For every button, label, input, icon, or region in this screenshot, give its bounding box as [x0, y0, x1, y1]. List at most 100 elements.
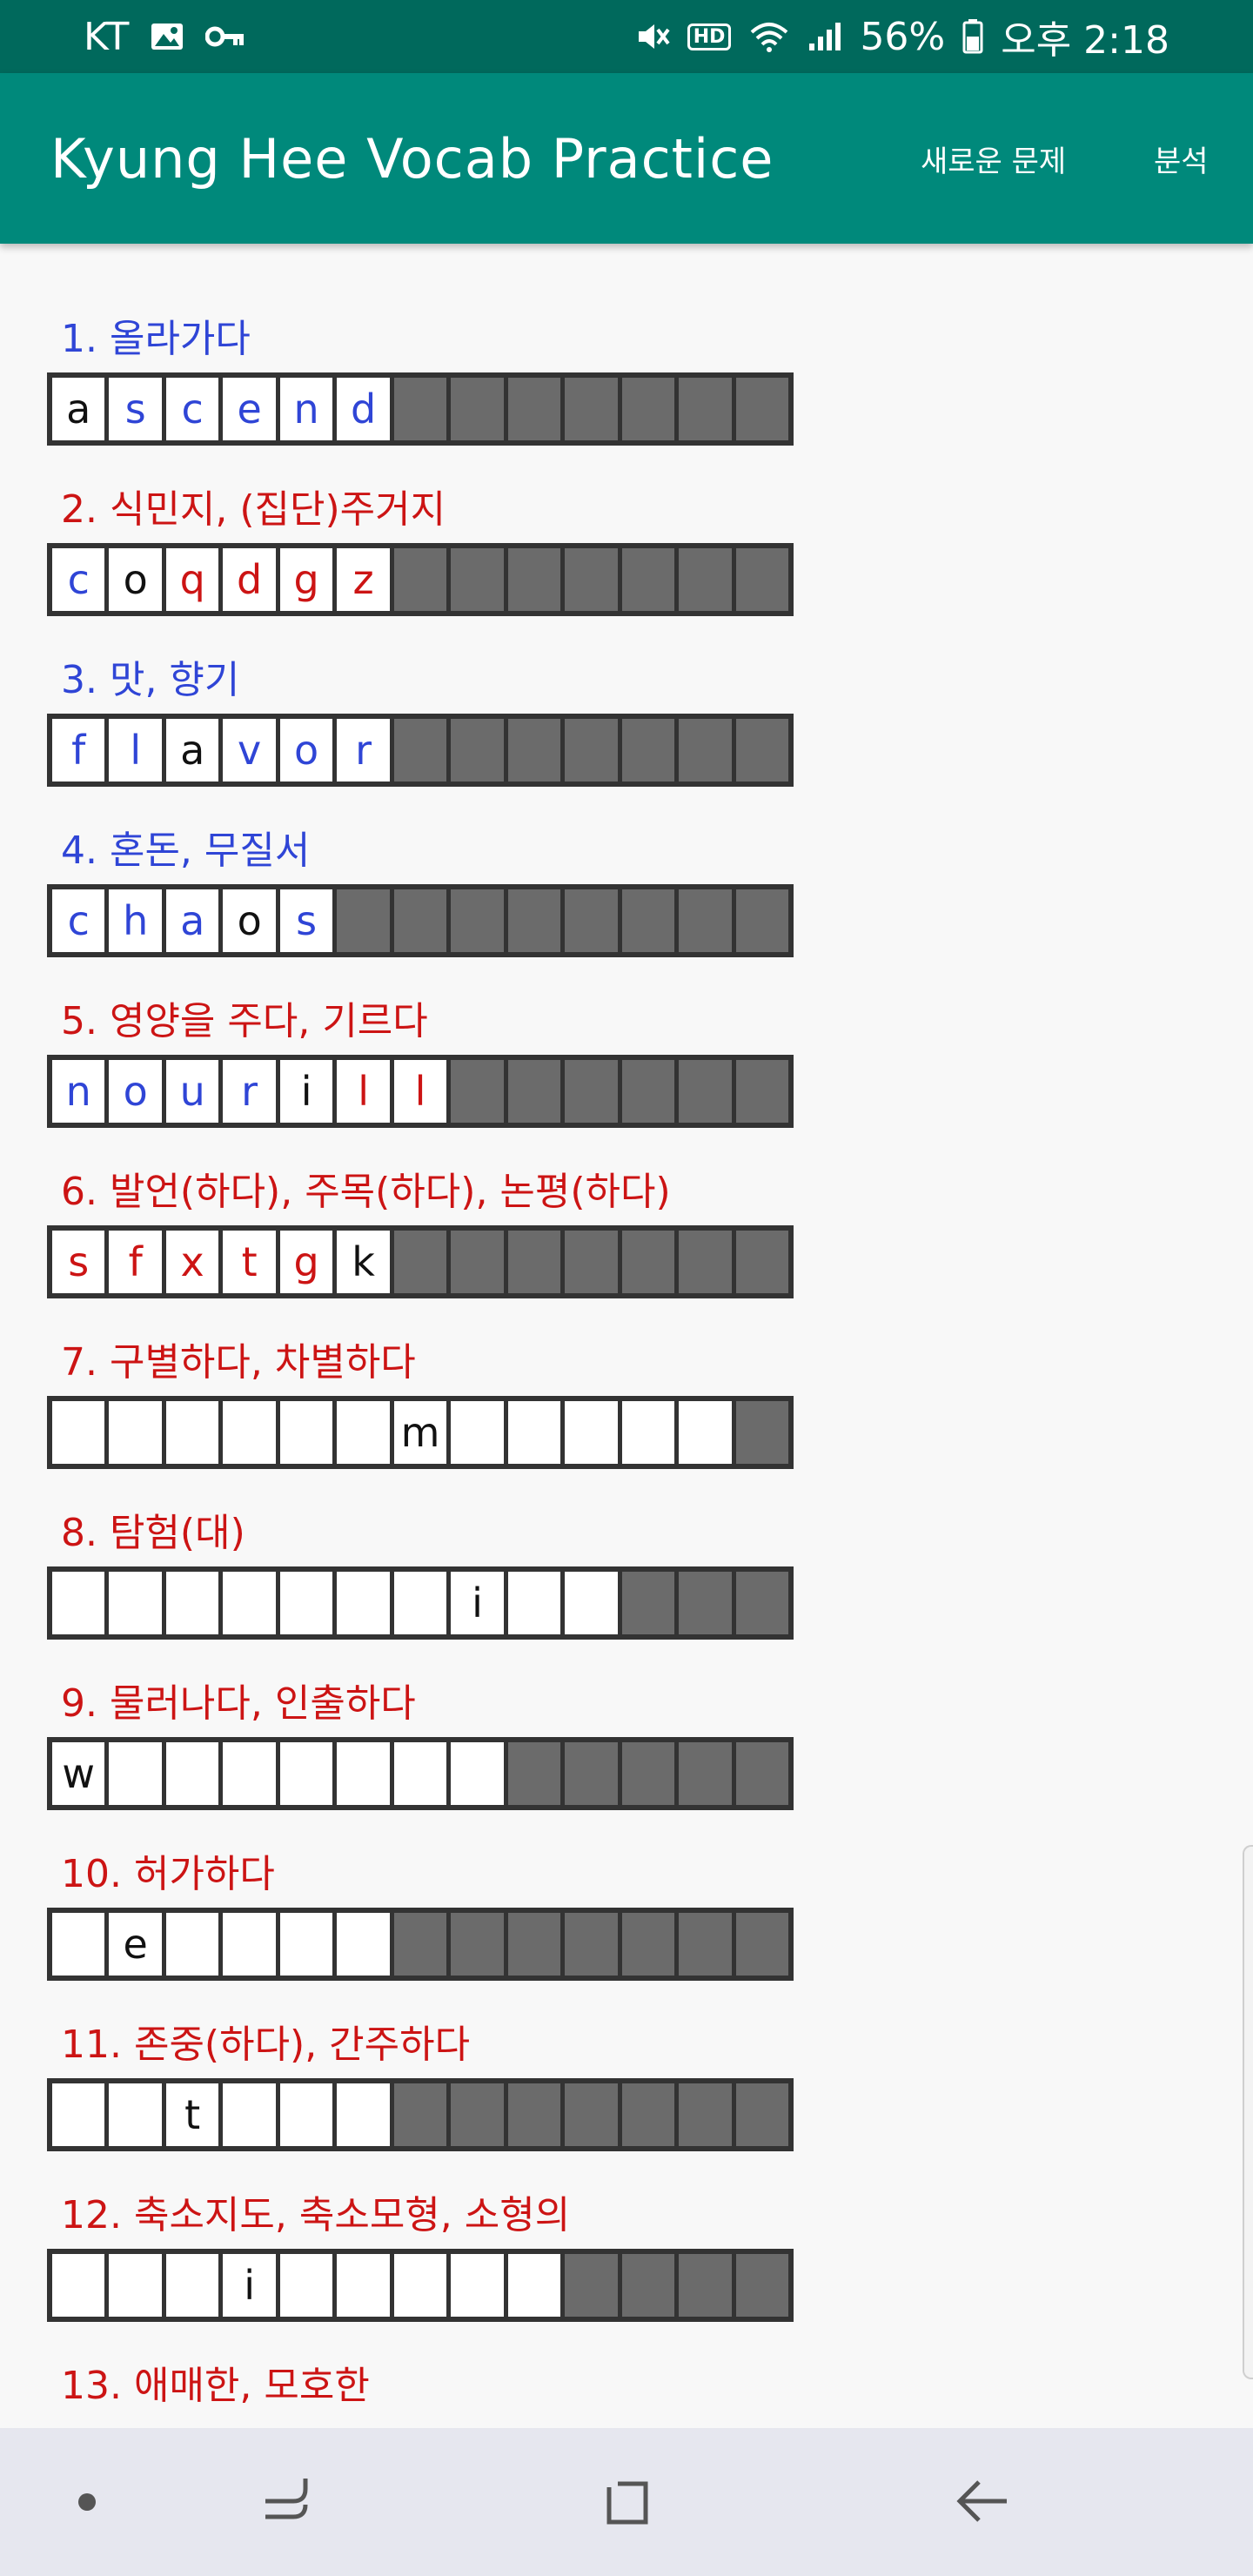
letter-cell[interactable]: t: [223, 1231, 276, 1293]
letter-cell[interactable]: i: [279, 1060, 333, 1123]
letter-cell[interactable]: x: [165, 1231, 219, 1293]
letter-cell[interactable]: [52, 2083, 105, 2146]
letter-cell[interactable]: o: [109, 1060, 162, 1123]
letter-cell[interactable]: [109, 1401, 162, 1464]
letter-cell[interactable]: e: [223, 378, 276, 440]
recent-apps-button[interactable]: [235, 2428, 339, 2576]
letter-cell[interactable]: l: [393, 1060, 447, 1123]
letter-cell[interactable]: a: [165, 719, 219, 782]
letter-cell[interactable]: c: [165, 378, 219, 440]
letter-cell[interactable]: [337, 2083, 390, 2146]
nav-dot-button[interactable]: [52, 2428, 122, 2576]
letter-cell[interactable]: r: [337, 719, 390, 782]
letter-cell[interactable]: n: [52, 1060, 105, 1123]
answer-grid[interactable]: t: [47, 2078, 794, 2151]
letter-cell[interactable]: [451, 1742, 504, 1805]
letter-cell[interactable]: q: [165, 548, 219, 611]
letter-cell[interactable]: [165, 1913, 219, 1976]
letter-cell[interactable]: k: [337, 1231, 390, 1293]
letter-cell[interactable]: [109, 1572, 162, 1634]
letter-cell[interactable]: e: [109, 1913, 162, 1976]
question-list[interactable]: 1. 올라가다 a s c e n d 2. 식민지, (집단)주거지 c o q d g z 3. 맛, …: [0, 244, 1253, 2428]
letter-cell[interactable]: [507, 1401, 561, 1464]
letter-cell[interactable]: f: [52, 719, 105, 782]
answer-grid[interactable]: i: [47, 1566, 794, 1640]
letter-cell[interactable]: s: [109, 378, 162, 440]
letter-cell[interactable]: [223, 1913, 276, 1976]
letter-cell[interactable]: c: [52, 548, 105, 611]
letter-cell[interactable]: [337, 2254, 390, 2317]
letter-cell[interactable]: w: [52, 1742, 105, 1805]
letter-cell[interactable]: d: [337, 378, 390, 440]
letter-cell[interactable]: [223, 1572, 276, 1634]
answer-grid[interactable]: m: [47, 1396, 794, 1469]
letter-cell[interactable]: f: [109, 1231, 162, 1293]
letter-cell[interactable]: [165, 1401, 219, 1464]
letter-cell[interactable]: [393, 2254, 447, 2317]
letter-cell[interactable]: [279, 2254, 333, 2317]
letter-cell[interactable]: [223, 1742, 276, 1805]
home-button[interactable]: [579, 2428, 683, 2576]
answer-grid[interactable]: i: [47, 2249, 794, 2322]
letter-cell[interactable]: [109, 2254, 162, 2317]
letter-cell[interactable]: r: [223, 1060, 276, 1123]
letter-cell[interactable]: [165, 1572, 219, 1634]
letter-cell[interactable]: [165, 1742, 219, 1805]
letter-cell[interactable]: o: [279, 719, 333, 782]
letter-cell[interactable]: [109, 2083, 162, 2146]
letter-cell[interactable]: [507, 1572, 561, 1634]
letter-cell[interactable]: [565, 1572, 618, 1634]
letter-cell[interactable]: s: [279, 889, 333, 952]
letter-cell[interactable]: i: [223, 2254, 276, 2317]
letter-cell[interactable]: [223, 2083, 276, 2146]
answer-grid[interactable]: flavor: [47, 714, 794, 787]
answer-grid[interactable]: chaos: [47, 884, 794, 957]
letter-cell[interactable]: [337, 1401, 390, 1464]
letter-cell[interactable]: [279, 1742, 333, 1805]
letter-cell[interactable]: [52, 1572, 105, 1634]
analysis-button[interactable]: 분석: [1154, 138, 1209, 180]
letter-cell[interactable]: h: [109, 889, 162, 952]
letter-cell[interactable]: l: [337, 1060, 390, 1123]
letter-cell[interactable]: [621, 1401, 675, 1464]
letter-cell[interactable]: [393, 1572, 447, 1634]
letter-cell[interactable]: u: [165, 1060, 219, 1123]
letter-cell[interactable]: t: [165, 2083, 219, 2146]
letter-cell[interactable]: l: [109, 719, 162, 782]
letter-cell[interactable]: a: [165, 889, 219, 952]
letter-cell[interactable]: g: [279, 548, 333, 611]
letter-cell[interactable]: [565, 1401, 618, 1464]
letter-cell[interactable]: [165, 2254, 219, 2317]
letter-cell[interactable]: o: [223, 889, 276, 952]
letter-cell[interactable]: m: [393, 1401, 447, 1464]
letter-cell[interactable]: o: [109, 548, 162, 611]
answer-grid[interactable]: coqdgz: [47, 543, 794, 616]
letter-cell[interactable]: g: [279, 1231, 333, 1293]
letter-cell[interactable]: [52, 2254, 105, 2317]
answer-grid[interactable]: w: [47, 1737, 794, 1810]
letter-cell[interactable]: [279, 1913, 333, 1976]
letter-cell[interactable]: a: [52, 378, 105, 440]
letter-cell[interactable]: z: [337, 548, 390, 611]
letter-cell[interactable]: c: [52, 889, 105, 952]
letter-cell[interactable]: [337, 1913, 390, 1976]
letter-cell[interactable]: [337, 1742, 390, 1805]
scrollbar[interactable]: [1243, 1845, 1253, 2379]
letter-cell[interactable]: [279, 1401, 333, 1464]
letter-cell[interactable]: [223, 1401, 276, 1464]
letter-cell[interactable]: [451, 1401, 504, 1464]
letter-cell[interactable]: [52, 1401, 105, 1464]
letter-cell[interactable]: [679, 1401, 732, 1464]
letter-cell[interactable]: [279, 2083, 333, 2146]
letter-cell[interactable]: [451, 2254, 504, 2317]
letter-cell[interactable]: s: [52, 1231, 105, 1293]
answer-grid[interactable]: ascend: [47, 372, 794, 446]
answer-grid[interactable]: e: [47, 1908, 794, 1981]
letter-cell[interactable]: d: [223, 548, 276, 611]
letter-cell[interactable]: n: [279, 378, 333, 440]
answer-grid[interactable]: nourill: [47, 1055, 794, 1128]
back-button[interactable]: [931, 2428, 1035, 2576]
letter-cell[interactable]: [393, 1742, 447, 1805]
letter-cell[interactable]: [52, 1913, 105, 1976]
letter-cell[interactable]: [507, 2254, 561, 2317]
